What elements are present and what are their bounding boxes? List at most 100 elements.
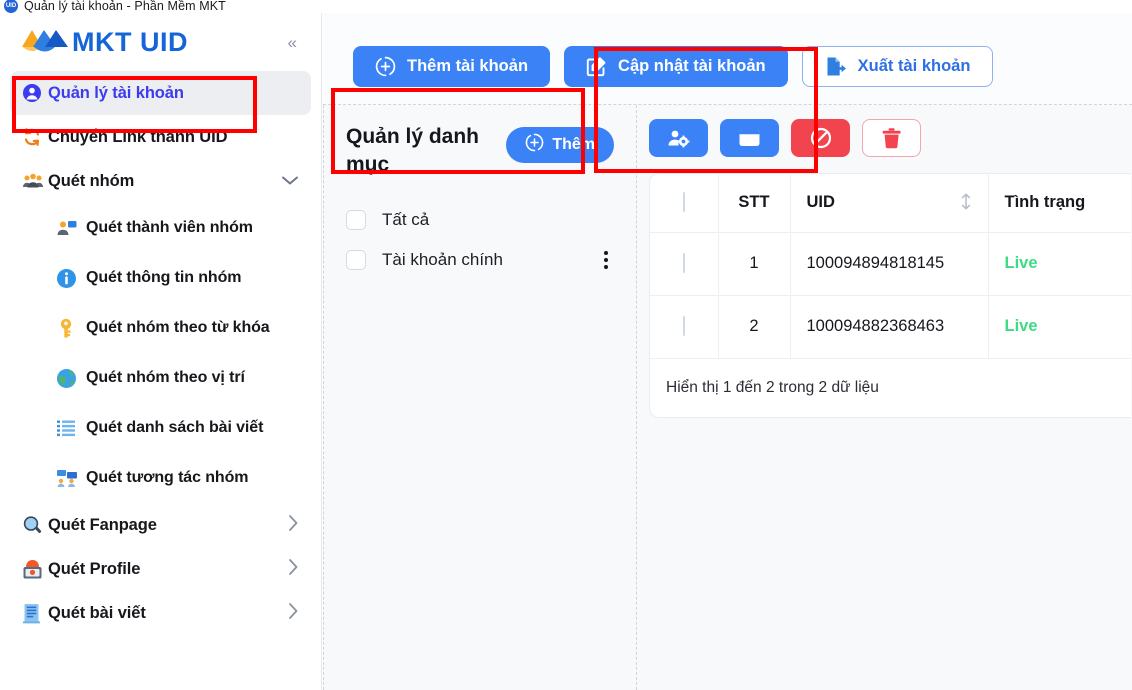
- table-header-uid-label: UID: [806, 193, 835, 212]
- toolbar-button-row: Thêm tài khoản Cập nhật tài khoản Xuất t…: [323, 46, 994, 87]
- manage-account-button[interactable]: [649, 119, 708, 157]
- sidebar-item-quet-danh-sach-bai-viet[interactable]: Quét danh sách bài viết: [44, 403, 311, 453]
- sidebar-item-label: Quét nhóm theo vị trí: [86, 369, 245, 386]
- block-button[interactable]: [791, 119, 850, 157]
- magnifier-icon: [22, 515, 48, 536]
- chevron-right-icon[interactable]: [288, 558, 299, 580]
- table-action-toolbar: [649, 119, 1132, 157]
- profile-card-icon: [22, 559, 48, 580]
- folder-button[interactable]: [720, 119, 779, 157]
- row-checkbox-cell: [650, 295, 719, 359]
- chevron-down-icon[interactable]: [281, 173, 299, 190]
- content-split: Quản lý danh mục Thêm Tất cả Tài khoản c…: [323, 105, 1132, 690]
- kebab-menu-icon[interactable]: [604, 250, 614, 269]
- delete-button[interactable]: [862, 119, 921, 157]
- table-header-checkbox: [650, 174, 719, 233]
- row-stt: 1: [718, 232, 791, 296]
- mkt-logo-icon: [22, 30, 68, 52]
- list-lines-icon: [56, 419, 86, 438]
- table-header-status: Tình trạng: [988, 174, 1131, 233]
- globe-icon: [56, 368, 86, 389]
- app-uid-icon: UID: [4, 0, 18, 13]
- sidebar-item-quet-fanpage[interactable]: Quét Fanpage: [10, 503, 311, 547]
- app-root: UID Quản lý tài khoản - Phần Mềm MKT MKT…: [0, 0, 1132, 690]
- row-uid: 100094894818145: [790, 232, 989, 296]
- accounts-table-card: STT UID Tình trạng 1 100094894818145 Liv…: [649, 173, 1131, 418]
- sidebar-item-label: Quản lý tài khoản: [48, 83, 184, 102]
- sidebar-item-quet-bai-viet[interactable]: Quét bài viết: [10, 591, 311, 635]
- table-header-stt: STT: [718, 174, 791, 233]
- chevron-right-icon[interactable]: [288, 602, 299, 624]
- row-stt: 2: [718, 295, 791, 359]
- row-checkbox-cell: [650, 232, 719, 296]
- group-interaction-icon: [56, 468, 86, 488]
- row-checkbox[interactable]: [682, 253, 685, 273]
- table-header-row: STT UID Tình trạng: [650, 174, 1131, 233]
- sidebar-item-quet-nhom[interactable]: Quét nhóm: [10, 159, 311, 203]
- sidebar-item-label: Quét thông tin nhóm: [86, 269, 242, 286]
- chevron-double-left-icon[interactable]: «: [282, 30, 303, 55]
- edit-square-icon: [586, 56, 607, 77]
- add-category-button[interactable]: Thêm: [506, 127, 614, 163]
- row-status: Live: [988, 232, 1131, 296]
- chevron-right-icon[interactable]: [288, 514, 299, 536]
- info-circle-icon: [56, 268, 86, 289]
- block-slash-icon: [810, 127, 831, 149]
- sidebar: MKT UID « Quản lý tài khoản Chuyển Link …: [0, 13, 322, 690]
- sidebar-item-quet-nhom-theo-vi-tri[interactable]: Quét nhóm theo vị trí: [44, 353, 311, 403]
- sidebar-item-label: Quét danh sách bài viết: [86, 419, 264, 436]
- plus-circle-dashed-icon: [375, 56, 396, 77]
- account-toolbar: Thêm tài khoản Cập nhật tài khoản Xuất t…: [323, 13, 1132, 105]
- sidebar-item-label: Quét tương tác nhóm: [86, 469, 249, 486]
- row-checkbox[interactable]: [682, 316, 685, 336]
- sidebar-item-label: Quét thành viên nhóm: [86, 219, 253, 236]
- sidebar-logo-row: MKT UID «: [0, 13, 321, 71]
- key-icon: [56, 318, 86, 339]
- sidebar-item-quet-thanh-vien-nhom[interactable]: Quét thành viên nhóm: [44, 203, 311, 253]
- update-account-label: Cập nhật tài khoản: [618, 57, 766, 75]
- sort-updown-icon[interactable]: [960, 193, 972, 213]
- window-title: Quản lý tài khoản - Phần Mềm MKT: [24, 0, 226, 13]
- export-account-button[interactable]: Xuất tài khoản: [801, 46, 994, 87]
- category-list: Tất cả Tài khoản chính: [346, 200, 614, 280]
- add-category-label: Thêm: [552, 136, 595, 153]
- sidebar-logo-text: MKT UID: [72, 26, 188, 57]
- sidebar-item-label: Quét nhóm theo từ khóa: [86, 319, 270, 336]
- refresh-circular-icon: [22, 127, 48, 147]
- accounts-table: STT UID Tình trạng 1 100094894818145 Liv…: [650, 174, 1131, 359]
- accounts-panel: STT UID Tình trạng 1 100094894818145 Liv…: [637, 105, 1132, 690]
- sidebar-item-label: Quét nhóm: [48, 171, 135, 190]
- person-chat-icon: [56, 218, 86, 238]
- sidebar-item-label: Quét Profile: [48, 559, 141, 578]
- window-titlebar: UID Quản lý tài khoản - Phần Mềm MKT: [0, 0, 1132, 13]
- row-status: Live: [988, 295, 1131, 359]
- category-list-item[interactable]: Tài khoản chính: [346, 240, 614, 280]
- sidebar-item-quet-profile[interactable]: Quét Profile: [10, 547, 311, 591]
- category-list-item[interactable]: Tất cả: [346, 200, 614, 240]
- sidebar-item-quet-tuong-tac-nhom[interactable]: Quét tương tác nhóm: [44, 453, 311, 503]
- category-panel-header: Quản lý danh mục Thêm: [346, 123, 614, 180]
- user-circle-icon: [22, 83, 48, 103]
- document-lines-icon: [22, 603, 48, 624]
- trash-icon: [882, 128, 901, 149]
- update-account-button[interactable]: Cập nhật tài khoản: [564, 46, 788, 87]
- sidebar-item-quet-thong-tin-nhom[interactable]: Quét thông tin nhóm: [44, 253, 311, 303]
- table-header-uid[interactable]: UID: [790, 174, 989, 233]
- sidebar-item-chuyen-link-thanh-uid[interactable]: Chuyển Link thành UID: [10, 115, 311, 159]
- add-account-label: Thêm tài khoản: [407, 57, 529, 75]
- sidebar-item-quet-nhom-theo-tu-khoa[interactable]: Quét nhóm theo từ khóa: [44, 303, 311, 353]
- category-checkbox[interactable]: [346, 209, 366, 230]
- category-checkbox[interactable]: [346, 249, 366, 270]
- folder-icon: [739, 130, 760, 146]
- sidebar-item-label: Quét Fanpage: [48, 515, 157, 534]
- category-panel: Quản lý danh mục Thêm Tất cả Tài khoản c…: [323, 105, 637, 690]
- sidebar-item-quan-ly-tai-khoan[interactable]: Quản lý tài khoản: [10, 71, 311, 115]
- select-all-checkbox[interactable]: [682, 192, 685, 213]
- category-label: Tất cả: [382, 209, 430, 229]
- sidebar-subnav-quet-nhom: Quét thành viên nhóm Quét thông tin nhóm…: [10, 203, 311, 503]
- sidebar-nav: Quản lý tài khoản Chuyển Link thành UID: [0, 71, 321, 635]
- add-account-button[interactable]: Thêm tài khoản: [353, 46, 551, 87]
- table-row[interactable]: 2 100094882368463 Live: [650, 295, 1131, 359]
- table-row[interactable]: 1 100094894818145 Live: [650, 232, 1131, 296]
- table-footer-info: Hiển thị 1 đến 2 trong 2 dữ liệu: [666, 378, 879, 396]
